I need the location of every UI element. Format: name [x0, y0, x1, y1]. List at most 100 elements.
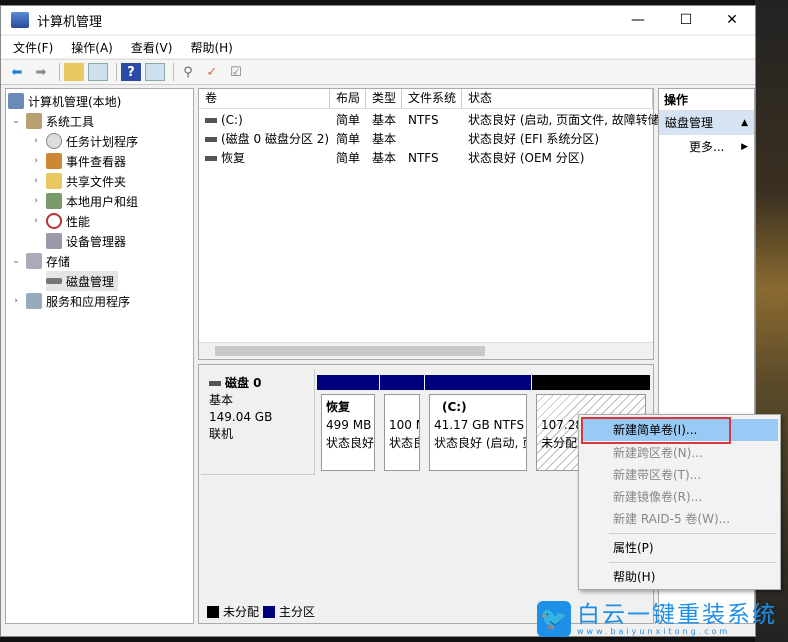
- partition-c[interactable]: (C:) 41.17 GB NTFS 状态良好 (启动, 页: [425, 375, 531, 475]
- watermark-logo: 🐦 白云一键重装系统 www.baiyunxitong.com: [537, 598, 782, 640]
- partition-status: 状态良好: [326, 436, 375, 450]
- tree-item-event-viewer[interactable]: › 事件查看器: [30, 151, 126, 171]
- chevron-down-icon[interactable]: ⌄: [10, 116, 22, 126]
- column-header-filesystem[interactable]: 文件系统: [402, 89, 462, 108]
- actions-more[interactable]: 更多... ▶: [659, 135, 754, 159]
- horizontal-scrollbar[interactable]: [199, 342, 653, 359]
- menu-new-raid5-volume: 新建 RAID-5 卷(W)...: [613, 512, 731, 526]
- chevron-down-icon[interactable]: ⌄: [10, 256, 22, 266]
- cell: 状态良好 (启动, 页面文件, 故障转储: [468, 111, 660, 128]
- volume-cell: 简单: [336, 132, 361, 146]
- partition-recovery[interactable]: 恢复 499 MB 状态良好: [317, 375, 379, 475]
- disk-0-label[interactable]: 磁盘 0 基本 149.04 GB 联机: [201, 369, 315, 475]
- action-pane-icon[interactable]: [145, 63, 165, 81]
- column-header-status[interactable]: 状态: [462, 89, 653, 108]
- menu-view[interactable]: 查看(V): [131, 39, 173, 56]
- menu-file[interactable]: 文件(F): [13, 39, 53, 56]
- tree-item-device-manager[interactable]: 设备管理器: [30, 231, 126, 251]
- menu-new-striped-volume: 新建带区卷(T)...: [613, 468, 702, 482]
- collapse-icon[interactable]: ▲: [741, 111, 748, 135]
- device-manager-icon: [46, 233, 62, 249]
- menu-new-mirrored-volume: 新建镜像卷(R)...: [613, 490, 703, 504]
- toolbar-separator: [116, 63, 117, 81]
- tree-item-storage[interactable]: ⌄ 存储: [10, 251, 70, 271]
- chevron-right-icon[interactable]: ›: [30, 156, 42, 166]
- maximize-button[interactable]: ☐: [663, 6, 709, 34]
- column-header-layout[interactable]: 布局: [330, 89, 366, 108]
- cell: 基本: [372, 149, 396, 166]
- storage-icon: [26, 253, 42, 269]
- partition-size: 100 M: [389, 418, 419, 432]
- forward-icon[interactable]: ➡: [31, 63, 51, 81]
- volume-cell: 状态良好 (启动, 页面文件, 故障转储: [468, 113, 660, 127]
- menu-action[interactable]: 操作(A): [71, 39, 113, 56]
- tree-item-services-apps[interactable]: › 服务和应用程序: [10, 291, 130, 311]
- tree-label: 计算机管理(本地): [28, 94, 122, 109]
- partition-size: 107.28: [541, 418, 583, 432]
- volume-cell: 状态良好 (EFI 系统分区): [468, 132, 600, 146]
- partition-status: 状态良: [389, 436, 419, 450]
- tree-label: 设备管理器: [66, 234, 127, 249]
- tree-root[interactable]: 计算机管理(本地): [8, 91, 121, 111]
- connect-icon[interactable]: ⚲: [178, 63, 198, 81]
- close-button[interactable]: ✕: [709, 6, 755, 34]
- tree-item-local-users[interactable]: › 本地用户和组: [30, 191, 138, 211]
- properties-icon[interactable]: ✓: [202, 63, 222, 81]
- up-folder-icon[interactable]: [64, 63, 84, 81]
- title-bar: 计算机管理 — ☐ ✕: [1, 6, 755, 34]
- chevron-right-icon[interactable]: ›: [30, 176, 42, 186]
- tree-label: 系统工具: [46, 114, 95, 129]
- chevron-right-icon[interactable]: ›: [30, 216, 42, 226]
- tree-label: 磁盘管理: [66, 274, 115, 289]
- disk-state: 联机: [209, 427, 234, 441]
- volume-row[interactable]: (C:) 简单 基本 NTFS 状态良好 (启动, 页面文件, 故障转储: [199, 110, 660, 129]
- watermark-url: www.baiyunxitong.com: [577, 626, 731, 636]
- chevron-right-icon[interactable]: ›: [10, 296, 22, 306]
- legend-label: 未分配: [223, 605, 260, 619]
- tools-icon: [26, 113, 42, 129]
- chevron-right-icon: ▶: [741, 142, 748, 152]
- cell: 基本: [372, 130, 396, 147]
- volume-cell: 基本: [372, 113, 397, 127]
- volume-cell: 简单: [336, 151, 361, 165]
- tree-item-task-scheduler[interactable]: › 任务计划程序: [30, 131, 138, 151]
- checklist-icon[interactable]: ☑: [226, 63, 246, 81]
- tree-item-disk-management[interactable]: 磁盘管理: [46, 271, 119, 291]
- menu-properties[interactable]: 属性(P): [581, 537, 778, 559]
- disk-icon: [46, 278, 62, 284]
- cell: (C:): [205, 113, 243, 127]
- partition-efi[interactable]: 100 M 状态良: [380, 375, 424, 475]
- toolbar-separator: [59, 63, 60, 81]
- volume-cell: 状态良好 (OEM 分区): [468, 151, 585, 165]
- back-icon[interactable]: ⬅: [7, 63, 27, 81]
- menu-help[interactable]: 帮助(H): [190, 39, 232, 56]
- chevron-right-icon[interactable]: ›: [30, 136, 42, 146]
- show-hide-tree-icon[interactable]: [88, 63, 108, 81]
- volume-row[interactable]: (磁盘 0 磁盘分区 2) 简单 基本 状态良好 (EFI 系统分区): [199, 129, 653, 148]
- volume-icon: [205, 117, 217, 123]
- column-header-volume[interactable]: 卷: [199, 89, 330, 108]
- cell: 状态良好 (EFI 系统分区): [468, 130, 599, 147]
- help-icon[interactable]: ?: [121, 63, 141, 81]
- actions-header: 操作: [659, 89, 754, 111]
- menu-help[interactable]: 帮助(H): [581, 566, 778, 588]
- minimize-button[interactable]: —: [615, 6, 661, 34]
- computer-icon: [8, 93, 24, 109]
- tree-label: 服务和应用程序: [46, 294, 131, 309]
- volume-cell: (C:): [221, 112, 243, 127]
- tree-item-performance[interactable]: › 性能: [30, 211, 90, 231]
- legend-swatch-unallocated: [207, 605, 219, 618]
- volume-row[interactable]: 恢复 简单 基本 NTFS 状态良好 (OEM 分区): [199, 148, 653, 167]
- navigation-tree: 计算机管理(本地) ⌄ 系统工具 › 任务计划程序 › 事件查看器 › 共享文件夹 › 本…: [5, 88, 194, 624]
- tree-label: 事件查看器: [66, 154, 127, 169]
- legend: 未分配 主分区: [203, 603, 315, 620]
- section-label: 磁盘管理: [665, 116, 714, 130]
- highlight-callout: [581, 417, 731, 444]
- column-header-type[interactable]: 类型: [366, 89, 402, 108]
- tree-item-shared-folders[interactable]: › 共享文件夹: [30, 171, 126, 191]
- chevron-right-icon[interactable]: ›: [30, 196, 42, 206]
- volume-cell: 简单: [336, 113, 361, 127]
- actions-section-disk-management[interactable]: 磁盘管理 ▲: [659, 111, 754, 135]
- scrollbar-thumb[interactable]: [215, 346, 485, 356]
- tree-item-system-tools[interactable]: ⌄ 系统工具: [10, 111, 94, 131]
